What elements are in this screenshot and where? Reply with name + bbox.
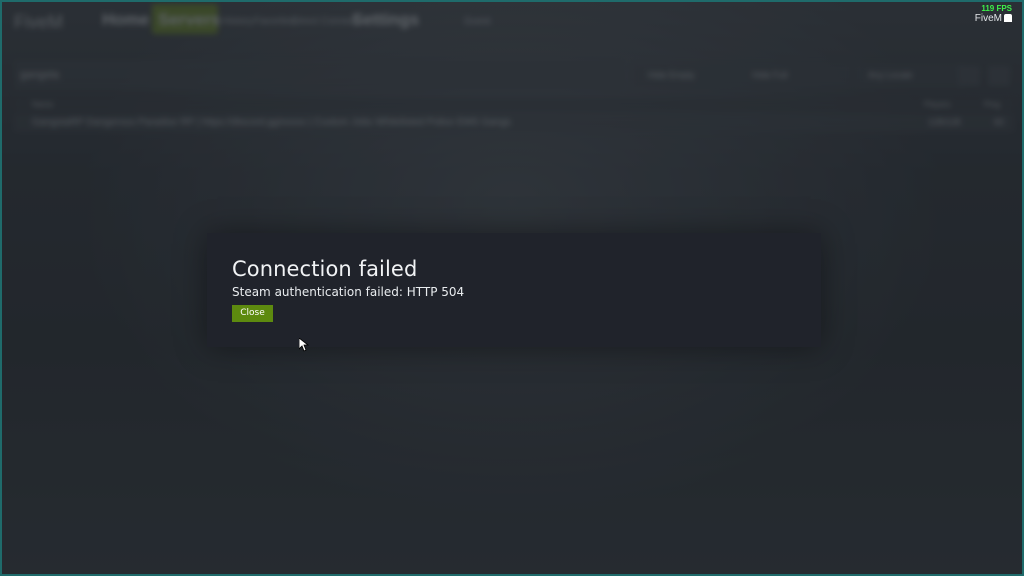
fps-overlay: 119 FPS FiveM xyxy=(975,4,1012,25)
game-screen: FiveM Home Servers History Favorites Dir… xyxy=(0,0,1024,576)
fivem-brand-label: FiveM xyxy=(974,13,1002,24)
connection-failed-dialog: Connection failed Steam authentication f… xyxy=(207,233,821,347)
fivem-brand: FiveM xyxy=(975,13,1012,25)
fivem-home-icon xyxy=(1004,14,1012,23)
mouse-cursor-icon xyxy=(299,338,309,352)
dialog-title: Connection failed xyxy=(232,257,418,281)
dialog-message: Steam authentication failed: HTTP 504 xyxy=(232,285,465,299)
close-button[interactable]: Close xyxy=(232,305,273,322)
fps-counter: 119 FPS xyxy=(981,4,1012,13)
